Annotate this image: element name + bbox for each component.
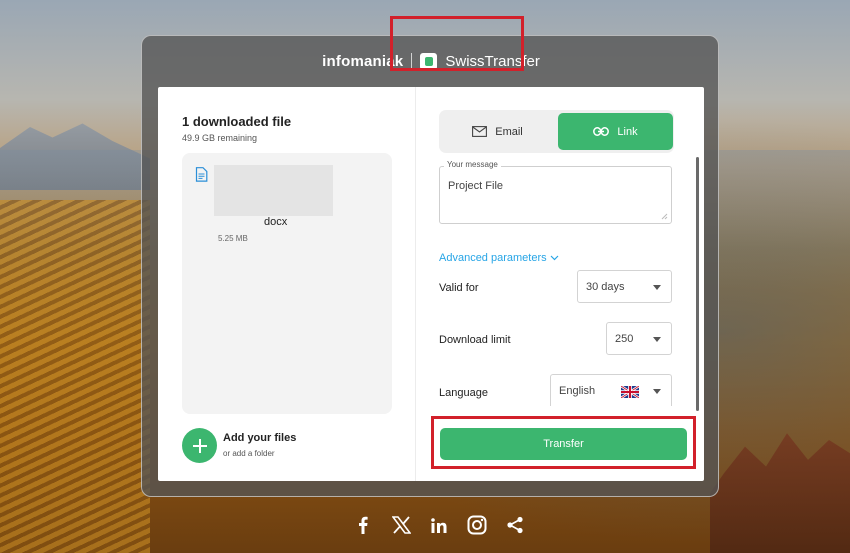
- language-label: Language: [439, 387, 488, 399]
- message-value[interactable]: Project File: [448, 180, 503, 192]
- x-icon[interactable]: [390, 514, 412, 536]
- linkedin-icon[interactable]: [428, 514, 450, 536]
- download-limit-label: Download limit: [439, 334, 511, 346]
- background-vineyard: [0, 200, 150, 553]
- valid-for-label: Valid for: [439, 282, 479, 294]
- background-village: [710, 433, 850, 553]
- brand-header: infomaniak SwissTransfer: [142, 50, 720, 72]
- mode-tabs: Email Link: [439, 110, 674, 153]
- plus-icon: [192, 438, 207, 453]
- pane-divider: [415, 87, 416, 481]
- brand-separator: [411, 53, 413, 69]
- dropdown-caret-icon: [653, 337, 661, 342]
- tab-email[interactable]: Email: [439, 110, 556, 153]
- transfer-button[interactable]: Transfer: [440, 428, 687, 460]
- valid-for-select[interactable]: 30 days: [577, 270, 672, 303]
- file-list: docx 5.25 MB: [182, 153, 392, 414]
- valid-for-value: 30 days: [586, 280, 625, 293]
- add-files-button[interactable]: [182, 428, 217, 463]
- infomaniak-logo[interactable]: infomaniak: [322, 53, 403, 70]
- tab-email-label: Email: [495, 125, 523, 138]
- document-icon: [195, 167, 208, 182]
- social-links: [352, 514, 526, 536]
- share-icon[interactable]: [504, 514, 526, 536]
- dropdown-caret-icon: [653, 285, 661, 290]
- language-value: English: [559, 384, 596, 397]
- swisstransfer-logo-icon: [420, 52, 438, 70]
- file-name: docx: [264, 216, 288, 228]
- swisstransfer-name[interactable]: SwissTransfer: [445, 53, 539, 70]
- tab-link[interactable]: Link: [558, 113, 673, 150]
- chevron-down-icon: [550, 255, 559, 261]
- advanced-parameters-label: Advanced parameters: [439, 252, 547, 264]
- message-textarea[interactable]: [439, 166, 672, 224]
- message-label: Your message: [444, 160, 501, 169]
- dropdown-caret-icon: [653, 389, 661, 394]
- file-thumbnail[interactable]: [214, 165, 333, 216]
- link-icon: [593, 127, 610, 136]
- tab-link-label: Link: [617, 125, 638, 138]
- facebook-icon[interactable]: [352, 514, 374, 536]
- add-files-label[interactable]: Add your files: [223, 432, 296, 444]
- envelope-icon: [472, 126, 488, 137]
- transfer-window: infomaniak SwissTransfer 1 downloaded fi…: [141, 35, 719, 497]
- file-size: 5.25 MB: [218, 234, 248, 243]
- settings-scrollbar[interactable]: [696, 157, 699, 411]
- resize-grip-icon[interactable]: [660, 212, 668, 220]
- advanced-parameters-toggle[interactable]: Advanced parameters: [439, 252, 559, 264]
- language-select[interactable]: English: [550, 374, 672, 406]
- transfer-card: 1 downloaded file 49.9 GB remaining docx…: [158, 87, 704, 481]
- download-limit-value: 250: [615, 332, 634, 345]
- files-title: 1 downloaded file: [182, 114, 292, 129]
- instagram-icon[interactable]: [466, 514, 488, 536]
- storage-remaining: 49.9 GB remaining: [182, 133, 258, 143]
- add-folder-link[interactable]: or add a folder: [223, 449, 275, 458]
- download-limit-select[interactable]: 250: [606, 322, 672, 355]
- uk-flag-icon: [621, 386, 639, 398]
